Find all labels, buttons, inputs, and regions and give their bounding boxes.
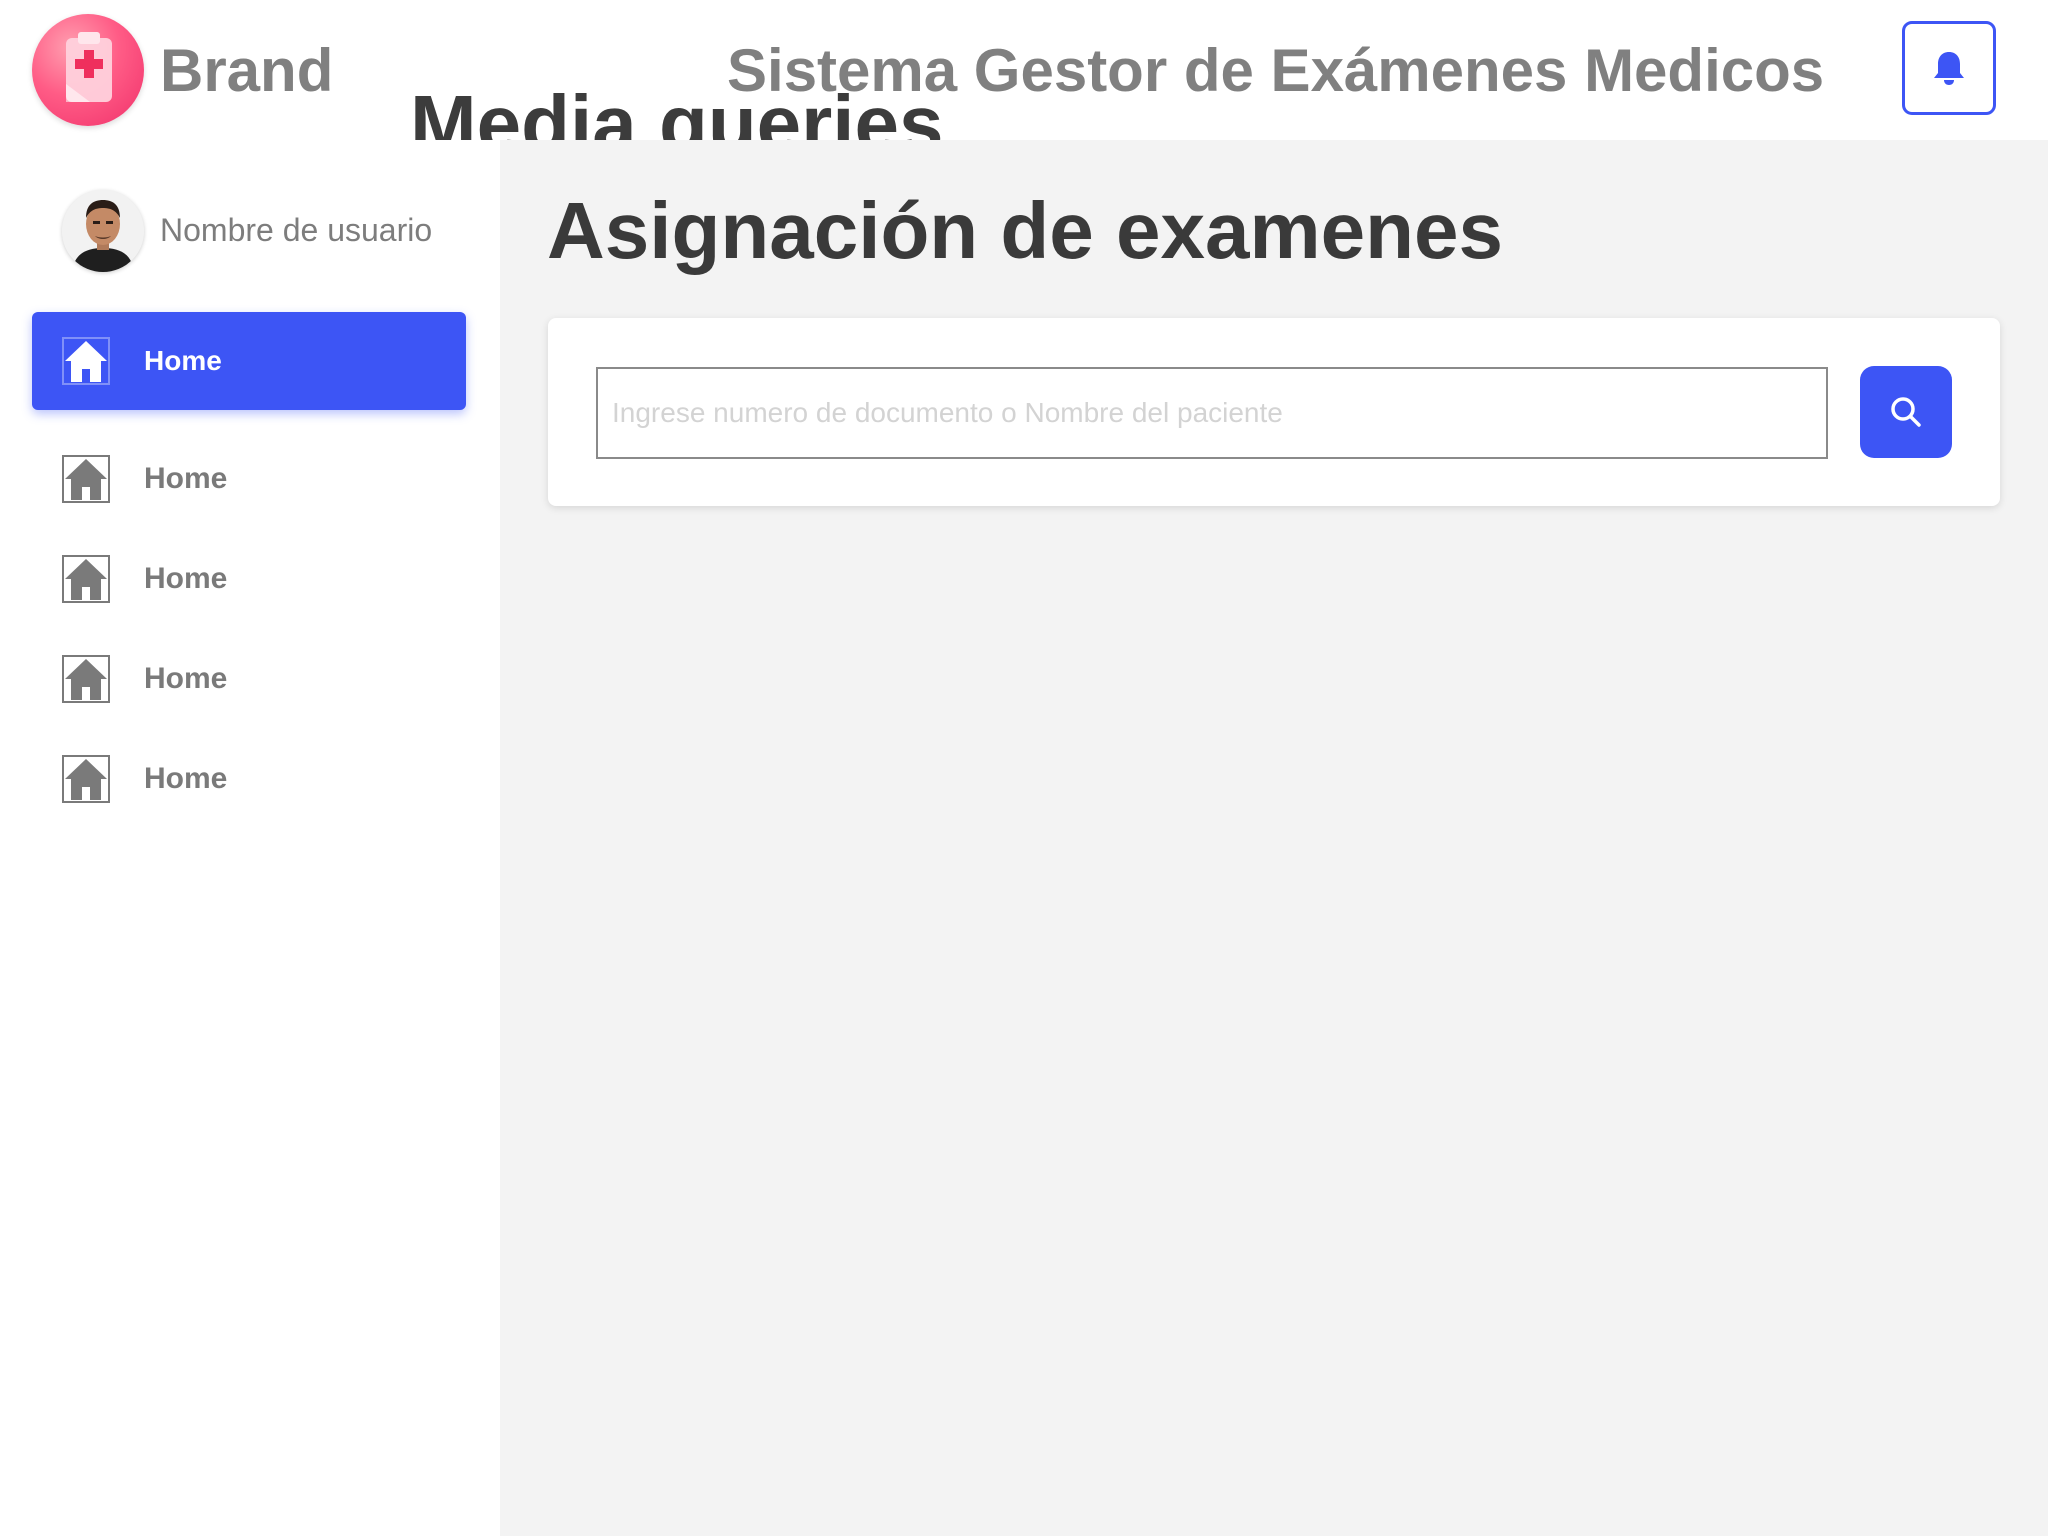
brand-logo[interactable]	[32, 14, 144, 126]
user-photo-icon	[62, 190, 144, 272]
home-icon	[62, 755, 110, 803]
sidebar-item-label: Home	[144, 762, 228, 795]
notifications-button[interactable]	[1902, 21, 1996, 115]
main-content: Asignación de examenes	[500, 140, 2048, 1536]
user-name: Nombre de usuario	[160, 212, 433, 248]
sidebar-item-label: Home	[144, 462, 228, 495]
search-button[interactable]	[1860, 366, 1952, 458]
sidebar: Nombre de usuario Home Home Home Home Ho…	[0, 140, 500, 1536]
search-icon	[1891, 397, 1921, 427]
medical-clipboard-icon	[66, 32, 112, 102]
page-title: Asignación de examenes	[547, 186, 1503, 275]
patient-search-input[interactable]	[596, 367, 1828, 459]
home-icon	[62, 455, 110, 503]
brand-name[interactable]: Brand	[160, 36, 333, 106]
sidebar-item-home-3[interactable]: Home	[32, 530, 466, 628]
avatar[interactable]	[62, 190, 144, 272]
home-icon	[62, 555, 110, 603]
sidebar-item-home-4[interactable]: Home	[32, 630, 466, 728]
sidebar-item-home-active[interactable]: Home	[32, 312, 466, 410]
home-icon	[62, 337, 110, 385]
sidebar-item-home-2[interactable]: Home	[32, 430, 466, 528]
bell-icon	[1934, 52, 1964, 85]
sidebar-item-label: Home	[144, 562, 228, 595]
sidebar-item-home-5[interactable]: Home	[32, 730, 466, 828]
sidebar-item-label: Home	[144, 345, 222, 376]
home-icon	[62, 655, 110, 703]
top-header: Brand Sistema Gestor de Exámenes Medicos…	[0, 0, 2048, 164]
sidebar-item-label: Home	[144, 662, 228, 695]
search-card	[548, 318, 2000, 506]
